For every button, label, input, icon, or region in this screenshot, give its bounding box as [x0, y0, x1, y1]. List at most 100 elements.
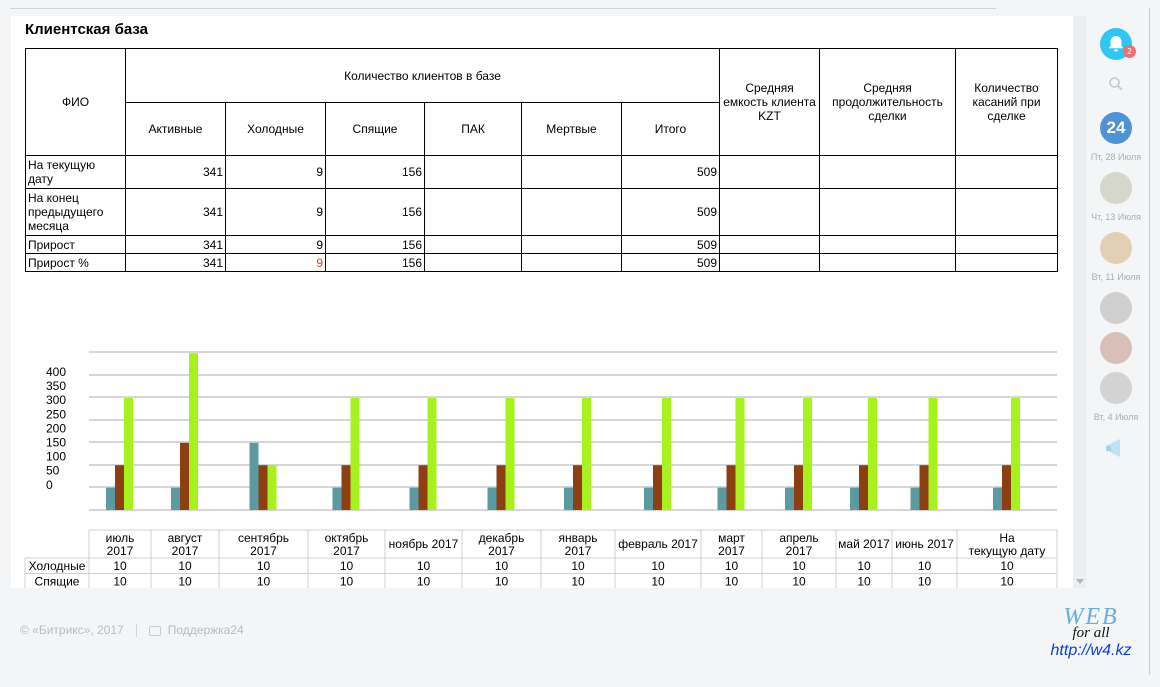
cell-empty [955, 235, 1058, 254]
notification-count-badge: 2 [1123, 45, 1136, 58]
series-value: 10 [571, 559, 585, 573]
page-title: Клиентская база [25, 21, 148, 38]
table-row: Прирост 341 9 156 509 [25, 235, 1058, 254]
cell-active: 341 [125, 253, 226, 272]
cell-empty [955, 253, 1058, 272]
y-tick-label: 400 [46, 365, 66, 379]
bar-cold [850, 487, 859, 510]
bar-sleeping [115, 465, 124, 510]
logo-for-all-text: for all [1072, 625, 1110, 641]
bar-cold [171, 487, 180, 510]
x-category-label: апрель [779, 531, 818, 545]
cell-cold: 9 [225, 155, 326, 189]
bar-sleeping [653, 465, 662, 510]
bar-cold [409, 487, 419, 510]
bar-active [803, 398, 812, 510]
header-cold: Холодные [225, 102, 326, 156]
header-pak: ПАК [424, 102, 522, 156]
cell-cold: 9 [225, 235, 326, 254]
header-avg-duration: Средняя продолжительность сделки [819, 48, 956, 156]
cell-dead [521, 188, 622, 236]
header-dead: Мертвые [521, 102, 622, 156]
y-tick-label: 350 [46, 379, 66, 393]
chat-icon [148, 625, 161, 636]
bar-cold [487, 487, 497, 510]
header-avg-capacity: Средняя емкость клиента KZT [719, 48, 820, 156]
y-tick-label: 50 [46, 464, 60, 478]
bar-active [350, 398, 360, 510]
cell-empty [955, 155, 1058, 189]
x-category-label: май 2017 [838, 537, 890, 551]
series-value: 10 [857, 559, 871, 573]
row-label: На конец предыдущего месяца [25, 188, 126, 236]
cell-active: 341 [125, 188, 226, 236]
bar-active [662, 398, 671, 510]
bar-cold [785, 487, 794, 510]
x-category-label: 2017 [107, 544, 134, 558]
series-value: 10 [1000, 575, 1014, 589]
x-category-label: 2017 [333, 544, 360, 558]
y-tick-label: 250 [46, 407, 66, 421]
x-category-label: февраль 2017 [618, 537, 698, 551]
bar-cold [644, 487, 653, 510]
x-category-label: ноябрь 2017 [389, 537, 459, 551]
scrollbar[interactable] [1073, 16, 1086, 588]
bar-active [868, 398, 877, 510]
cell-total: 509 [621, 155, 720, 189]
support-link[interactable]: Поддержка24 [168, 623, 244, 637]
cell-empty [819, 253, 956, 272]
y-tick-label: 300 [46, 393, 66, 407]
avatar[interactable] [1100, 332, 1132, 364]
megaphone-icon[interactable] [1088, 432, 1144, 469]
avatar[interactable] [1100, 172, 1132, 204]
bar-sleeping [726, 465, 736, 510]
bar-cold [717, 487, 727, 510]
x-category-label: январь [559, 531, 598, 545]
x-category-label: 2017 [488, 544, 515, 558]
row-label: Прирост [25, 235, 126, 254]
avatar[interactable] [1100, 232, 1132, 264]
calendar-day-icon[interactable]: 24 [1100, 112, 1132, 144]
x-category-label: август [168, 531, 203, 545]
scroll-down-arrow-icon[interactable] [1076, 579, 1084, 584]
cell-sleeping: 156 [325, 155, 425, 189]
series-value: 10 [651, 575, 665, 589]
cell-sleeping: 156 [325, 235, 425, 254]
cell-empty [719, 253, 820, 272]
cell-empty [719, 155, 820, 189]
series-value: 10 [178, 575, 192, 589]
bar-cold [910, 487, 920, 510]
y-tick-label: 150 [46, 436, 66, 450]
header-active: Активные [125, 102, 226, 156]
cell-empty [955, 188, 1058, 236]
cell-dead [521, 253, 622, 272]
cell-dead [521, 155, 622, 189]
cell-pak [424, 188, 522, 236]
bar-active [124, 398, 133, 510]
avatar[interactable] [1100, 372, 1132, 404]
x-category-label: июнь 2017 [895, 537, 954, 551]
bar-sleeping [341, 465, 351, 510]
report-panel: Клиентская база ФИО Количество клиентов … [11, 16, 1073, 588]
cell-cold: 9 [225, 253, 326, 272]
bar-sleeping [1002, 465, 1011, 510]
web-for-all-logo: WEB for all http://w4.kz [1036, 604, 1146, 660]
series-value: 10 [113, 559, 127, 573]
x-category-label: 2017 [565, 544, 592, 558]
series-value: 10 [725, 559, 739, 573]
cell-empty [819, 235, 956, 254]
client-base-table: ФИО Количество клиентов в базе Средняя е… [25, 48, 1058, 272]
logo-url: http://w4.kz [1050, 642, 1132, 659]
series-value: 10 [571, 575, 585, 589]
x-category-label: 2017 [786, 544, 813, 558]
series-value: 10 [651, 559, 665, 573]
avatar[interactable] [1100, 292, 1132, 324]
x-category-label: 2017 [172, 544, 199, 558]
series-value: 10 [495, 575, 509, 589]
series-value: 10 [257, 575, 271, 589]
series-value: 10 [725, 575, 739, 589]
x-category-label: сентябрь [238, 531, 289, 545]
row-label: Прирост % [25, 253, 126, 272]
search-icon[interactable] [1088, 76, 1144, 97]
table-row: На текущую дату 341 9 156 509 [25, 155, 1058, 189]
